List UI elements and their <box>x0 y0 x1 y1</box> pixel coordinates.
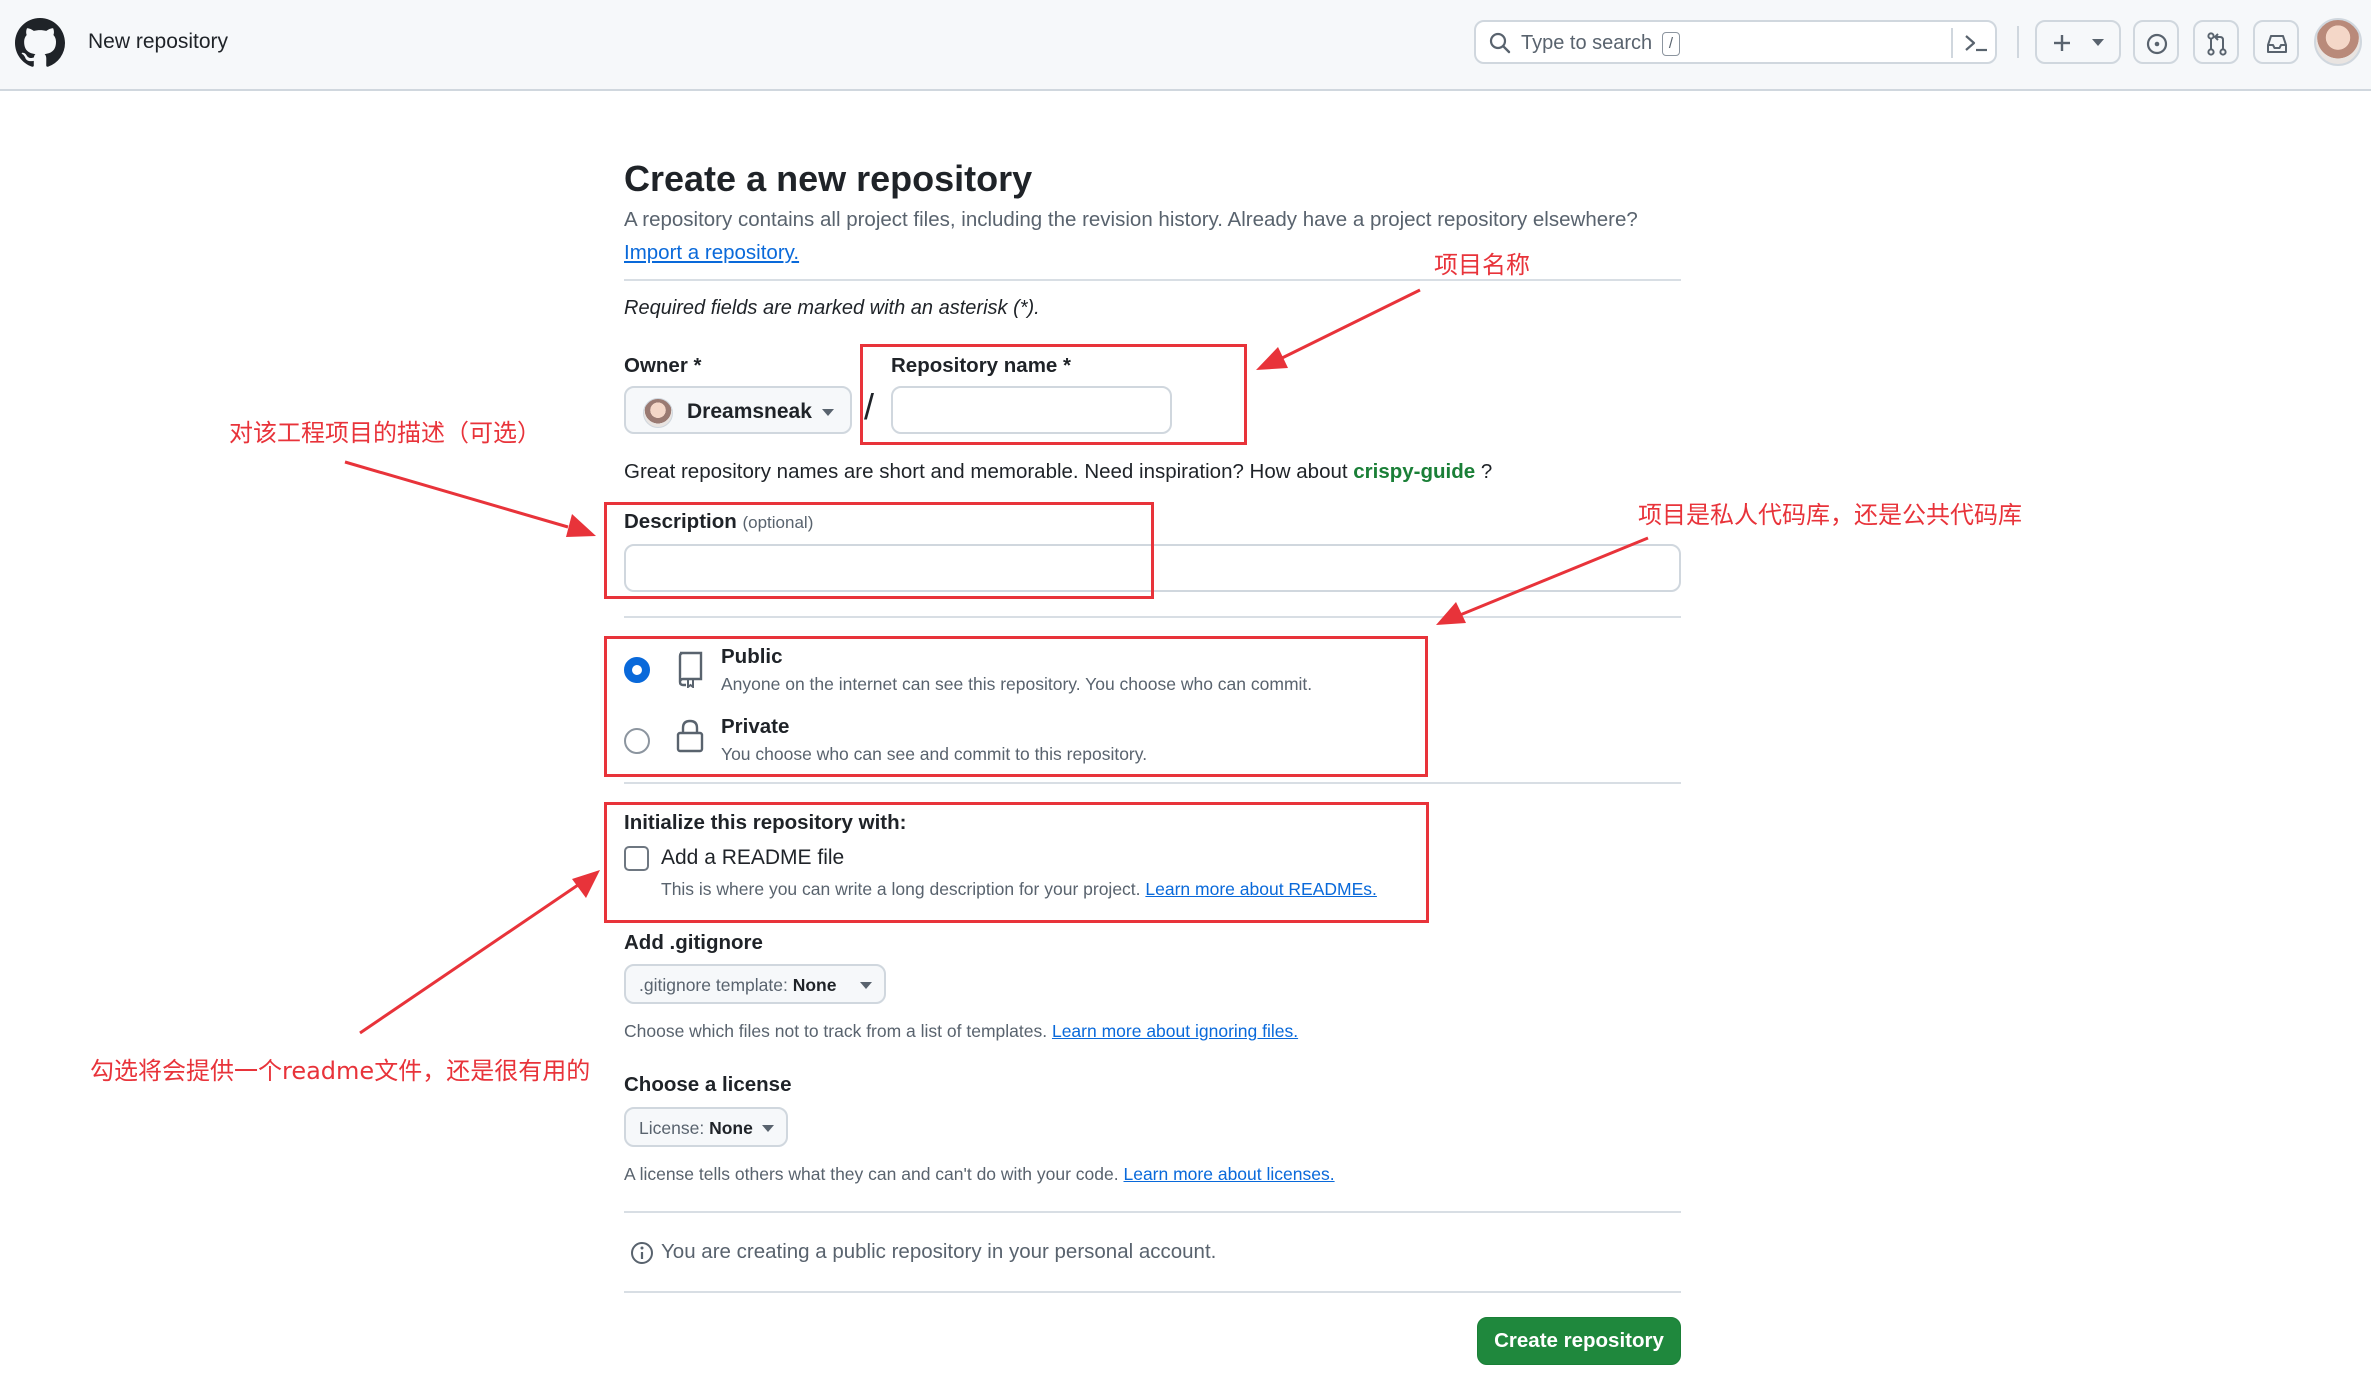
arrowhead-readme <box>572 870 600 898</box>
arrow-description <box>344 460 569 529</box>
arrow-visibility <box>1459 536 1649 617</box>
arrowhead-repo-name <box>1256 347 1288 370</box>
arrow-readme <box>359 883 579 1035</box>
arrowhead-description <box>566 514 596 537</box>
annotation-arrows <box>344 288 1649 1035</box>
arrow-repo-name <box>1277 288 1421 362</box>
